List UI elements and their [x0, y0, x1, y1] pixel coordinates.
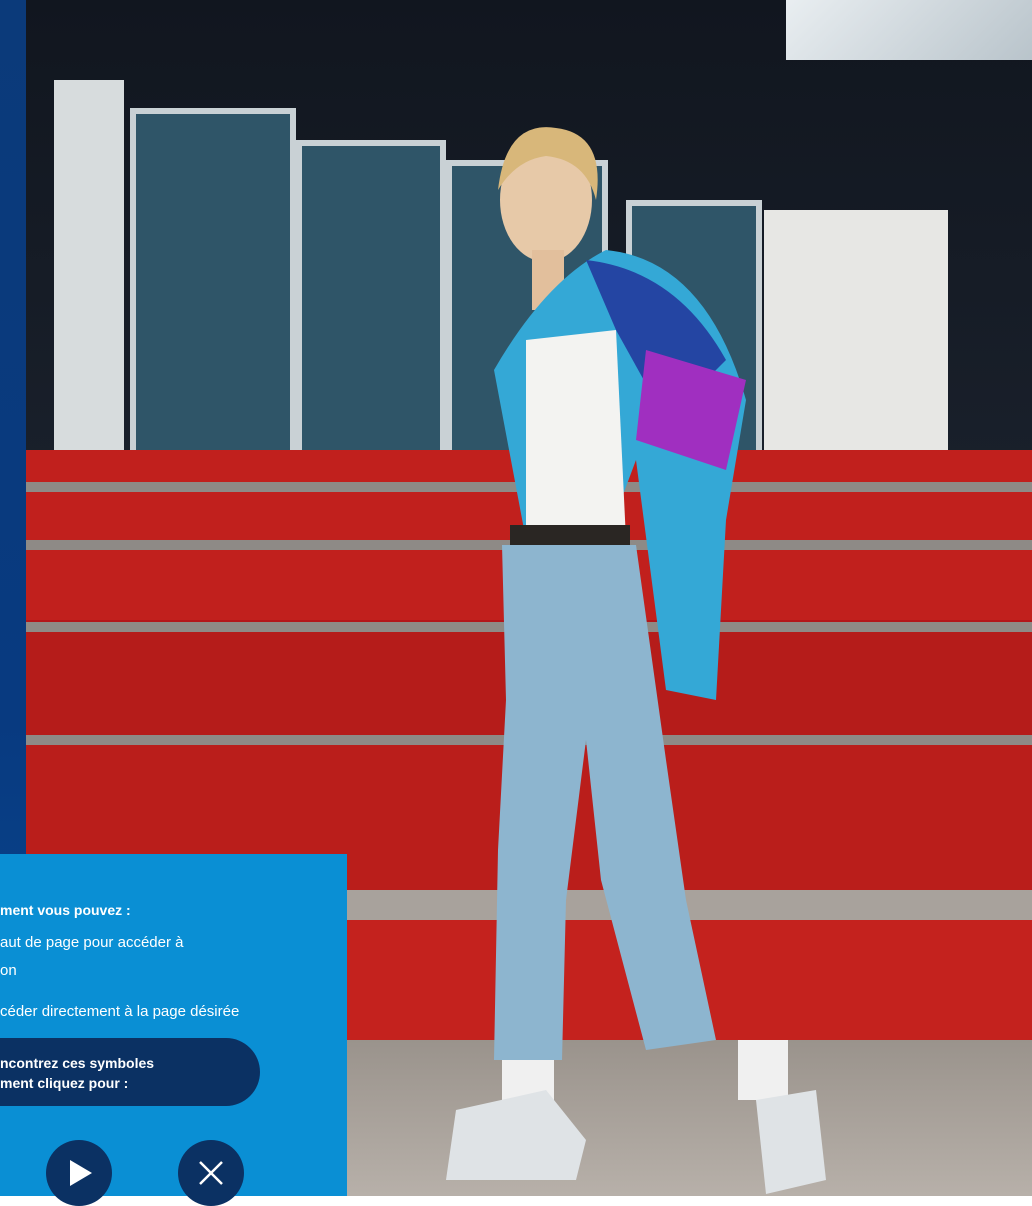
- close-button[interactable]: [178, 1140, 244, 1206]
- info-line: aut de page pour accéder à: [0, 934, 184, 951]
- pill-line: ncontrez ces symboles: [0, 1055, 155, 1071]
- symbols-pill: ncontrez ces symboles ment cliquez pour …: [0, 1038, 260, 1106]
- info-heading: ment vous pouvez :: [0, 902, 131, 918]
- info-line: on: [0, 962, 17, 979]
- info-panel: ment vous pouvez : aut de page pour accé…: [0, 854, 347, 1206]
- close-icon: [199, 1161, 223, 1185]
- info-line: céder directement à la page désirée: [0, 1003, 240, 1020]
- play-icon: [70, 1160, 92, 1186]
- play-button[interactable]: [46, 1140, 112, 1206]
- pill-line: ment cliquez pour :: [0, 1075, 129, 1091]
